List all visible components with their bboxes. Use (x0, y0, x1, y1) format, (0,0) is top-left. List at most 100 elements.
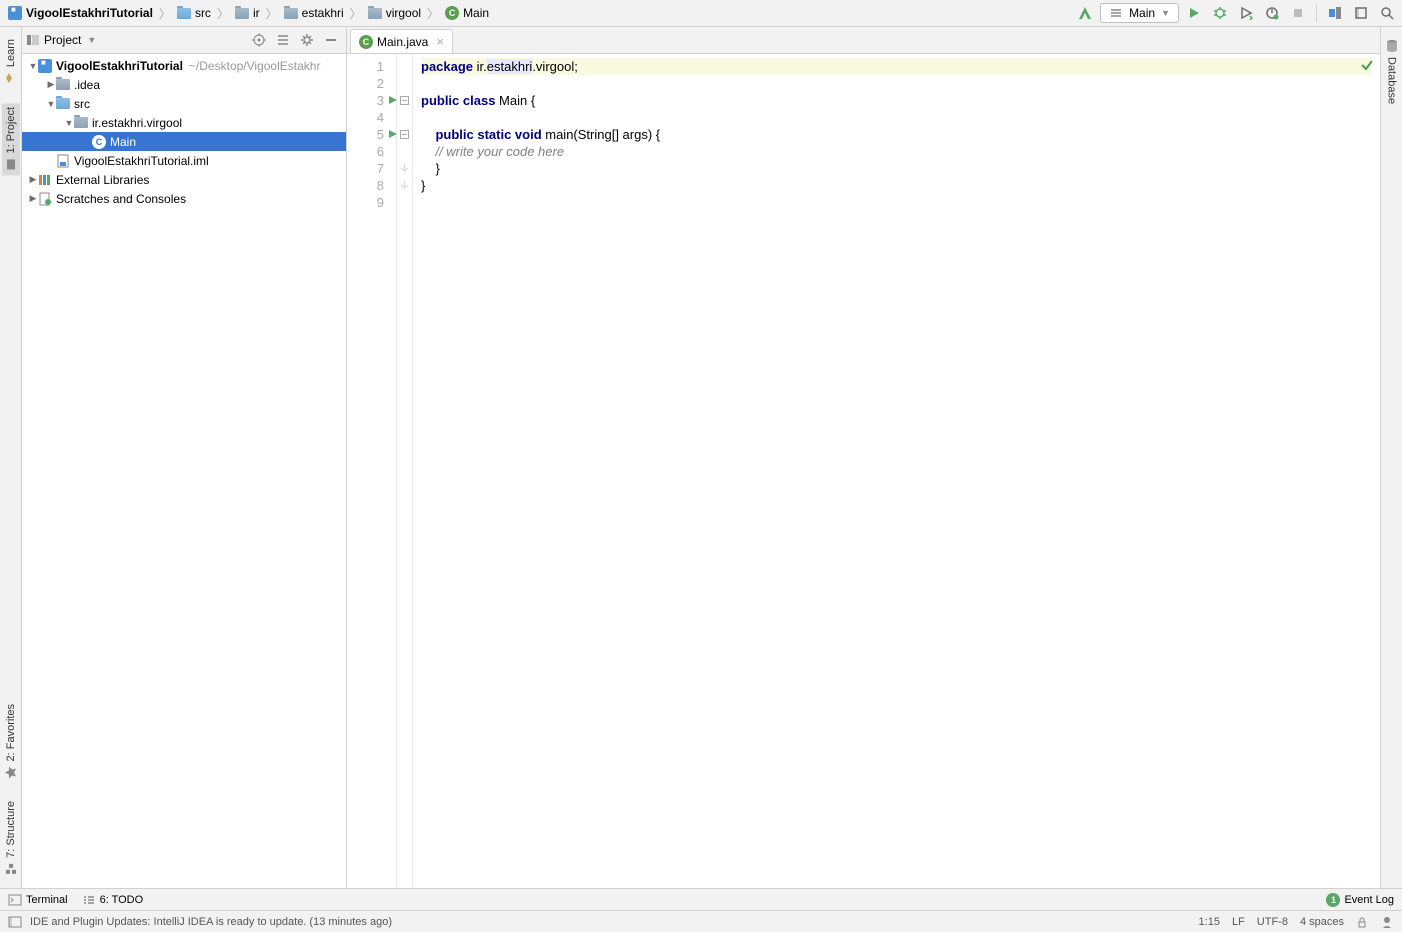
fold-marker[interactable] (397, 92, 412, 109)
crumb-project[interactable]: VigoolEstakhriTutorial (4, 4, 157, 22)
crumb-estakhri[interactable]: estakhri (280, 4, 348, 22)
hide-icon[interactable] (320, 29, 342, 51)
line-number[interactable]: 6 (347, 143, 396, 160)
libraries-icon (38, 174, 52, 186)
tab-favorites[interactable]: 2: Favorites (2, 700, 20, 783)
line-separator[interactable]: LF (1232, 916, 1245, 928)
crumb-label: src (195, 6, 211, 20)
expand-arrow[interactable]: ▶ (28, 193, 38, 204)
build-icon[interactable] (1074, 2, 1096, 24)
run-gutter-icon[interactable] (388, 129, 398, 139)
run-gutter-icon[interactable] (388, 95, 398, 105)
crumb-main[interactable]: CMain (441, 4, 493, 22)
code-line[interactable] (421, 109, 1372, 126)
todo-tool-button[interactable]: 6: TODO (82, 894, 144, 906)
locate-icon[interactable] (248, 29, 270, 51)
code-editor[interactable]: 123456789 package ir.estakhri.virgool; pu… (347, 54, 1380, 888)
file-encoding[interactable]: UTF-8 (1257, 916, 1288, 928)
fold-gutter[interactable] (397, 54, 413, 888)
fold-marker[interactable] (397, 143, 412, 160)
gear-icon[interactable] (296, 29, 318, 51)
code-content[interactable]: package ir.estakhri.virgool; public class… (413, 54, 1380, 888)
tree-item[interactable]: ▶.idea (22, 75, 346, 94)
project-structure-button[interactable] (1324, 2, 1346, 24)
code-line[interactable] (421, 194, 1372, 211)
learn-icon (4, 71, 18, 85)
crumb-label: Main (463, 6, 489, 20)
debug-button[interactable] (1209, 2, 1231, 24)
expand-arrow[interactable]: ▼ (64, 118, 74, 128)
tree-item[interactable]: CMain (22, 132, 346, 151)
tree-item[interactable]: ▼src (22, 94, 346, 113)
tree-item[interactable]: ▼ir.estakhri.virgool (22, 113, 346, 132)
status-message[interactable]: IDE and Plugin Updates: IntelliJ IDEA is… (30, 916, 392, 928)
fold-marker[interactable] (397, 194, 412, 211)
tree-item[interactable]: VigoolEstakhriTutorial.iml (22, 151, 346, 170)
tool-windows-icon[interactable] (8, 916, 22, 928)
code-line[interactable]: } (421, 177, 1372, 194)
project-tree[interactable]: ▼VigoolEstakhriTutorial~/Desktop/VigoolE… (22, 54, 346, 888)
tab-learn[interactable]: Learn (2, 35, 20, 89)
code-line[interactable]: // write your code here (421, 143, 1372, 160)
fold-marker[interactable] (397, 177, 412, 194)
tab-project[interactable]: 1: Project (2, 103, 20, 175)
crumb-src[interactable]: src (173, 4, 215, 22)
stop-button[interactable] (1287, 2, 1309, 24)
code-line[interactable]: } (421, 160, 1372, 177)
search-everywhere-button[interactable] (1376, 2, 1398, 24)
code-line[interactable]: public static void main(String[] args) { (421, 126, 1372, 143)
module-icon (38, 59, 52, 73)
project-tool-window: Project ▼ ▼VigoolEstakhriTutorial~/Deskt… (22, 27, 347, 888)
hector-icon[interactable] (1380, 915, 1394, 929)
fold-marker[interactable] (397, 109, 412, 126)
fold-marker[interactable] (397, 126, 412, 143)
line-number[interactable]: 9 (347, 194, 396, 211)
indent-setting[interactable]: 4 spaces (1300, 916, 1344, 928)
fold-marker[interactable] (397, 75, 412, 92)
code-line[interactable] (421, 75, 1372, 92)
line-number[interactable]: 4 (347, 109, 396, 126)
expand-all-icon[interactable] (272, 29, 294, 51)
expand-arrow[interactable]: ▶ (46, 79, 56, 90)
vtab-label: Learn (5, 39, 17, 67)
tree-item[interactable]: ▶ External Libraries (22, 170, 346, 189)
tree-label: External Libraries (56, 173, 149, 187)
code-line[interactable]: public class Main { (421, 92, 1372, 109)
chevron-down-icon[interactable]: ▼ (87, 35, 96, 45)
tab-database[interactable]: Database (1383, 35, 1401, 108)
folder-icon (56, 79, 70, 90)
line-number[interactable]: 3 (347, 92, 396, 109)
expand-arrow[interactable]: ▼ (28, 61, 38, 71)
line-number[interactable]: 8 (347, 177, 396, 194)
cursor-position[interactable]: 1:15 (1199, 916, 1220, 928)
file-tab-main[interactable]: C Main.java × (350, 29, 453, 53)
run-configuration-dropdown[interactable]: Main ▼ (1100, 3, 1179, 23)
coverage-button[interactable] (1235, 2, 1257, 24)
crumb-ir[interactable]: ir (231, 4, 264, 22)
event-log-button[interactable]: 1Event Log (1326, 893, 1394, 907)
lock-icon[interactable] (1356, 916, 1368, 928)
line-number-gutter[interactable]: 123456789 (347, 54, 397, 888)
run-button[interactable] (1183, 2, 1205, 24)
tree-item[interactable]: ▼VigoolEstakhriTutorial~/Desktop/VigoolE… (22, 56, 346, 75)
vtab-label: Database (1386, 57, 1398, 104)
tree-item[interactable]: ▶Scratches and Consoles (22, 189, 346, 208)
expand-arrow[interactable]: ▶ (28, 174, 38, 185)
line-number[interactable]: 2 (347, 75, 396, 92)
code-line[interactable]: package ir.estakhri.virgool; (421, 58, 1372, 75)
terminal-tool-button[interactable]: Terminal (8, 894, 68, 906)
fold-marker[interactable] (397, 58, 412, 75)
crumb-virgool[interactable]: virgool (364, 4, 425, 22)
show-borders-button[interactable] (1350, 2, 1372, 24)
pane-title[interactable]: Project (44, 33, 81, 47)
tab-structure[interactable]: 7: Structure (2, 797, 20, 880)
chevron-down-icon: ▼ (1161, 8, 1170, 18)
profile-button[interactable] (1261, 2, 1283, 24)
inspection-ok-icon[interactable] (1360, 58, 1374, 72)
line-number[interactable]: 1 (347, 58, 396, 75)
expand-arrow[interactable]: ▼ (46, 99, 56, 109)
line-number[interactable]: 7 (347, 160, 396, 177)
fold-marker[interactable] (397, 160, 412, 177)
line-number[interactable]: 5 (347, 126, 396, 143)
close-icon[interactable]: × (436, 34, 444, 49)
